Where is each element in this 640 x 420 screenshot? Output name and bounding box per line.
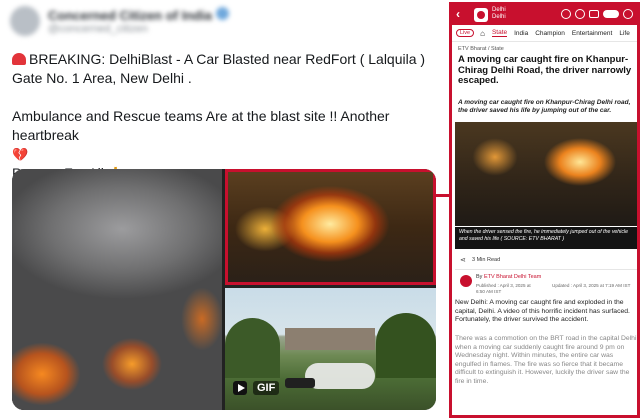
published-date: Published : April 3, 2025 at 6:50 AM IST <box>476 283 531 294</box>
dark-mode-toggle[interactable] <box>603 10 619 18</box>
byline-author-link[interactable]: ETV Bharat Delhi Team <box>484 274 541 280</box>
comparison-screenshot: Concerned Citizen of India @concerned_ci… <box>0 0 640 420</box>
article-body-paragraph-2: There was a commotion on the BRT road in… <box>455 335 637 385</box>
etv-logo[interactable] <box>474 8 488 22</box>
live-badge[interactable]: Live <box>456 29 475 37</box>
updated-date: Updated : April 3, 2025 at 7:19 AM IST <box>552 283 631 288</box>
social-post: Concerned Citizen of India @concerned_ci… <box>0 0 445 420</box>
post-header-blurred: Concerned Citizen of India @concerned_ci… <box>10 4 229 38</box>
article-headline: A moving car caught fire on Khanpur-Chir… <box>458 54 632 86</box>
edition-label[interactable]: Delhi Delhi <box>492 7 506 21</box>
author-name[interactable]: Concerned Citizen of India <box>48 7 229 23</box>
highlight-connector <box>436 194 450 197</box>
post-line-2: Ambulance and Rescue teams Are at the bl… <box>12 108 390 143</box>
tab-life[interactable]: Life <box>619 30 629 37</box>
back-icon[interactable]: ‹ <box>456 7 460 21</box>
media-grid <box>12 169 436 410</box>
publisher-logo <box>460 275 472 287</box>
photo-caption: When the driver sensed the fire, he imme… <box>455 227 637 249</box>
broken-heart-icon: 💔 <box>12 147 29 162</box>
highlight-frame <box>225 169 436 285</box>
siren-icon <box>12 53 26 65</box>
avatar[interactable] <box>10 6 40 36</box>
gif-badge: GIF <box>253 381 280 395</box>
category-nav: Live ⌂ State India Champion Entertainmen… <box>452 25 637 41</box>
tab-entertainment[interactable]: Entertainment <box>572 30 612 37</box>
post-line-1: BREAKING: DelhiBlast - A Car Blasted nea… <box>12 51 426 86</box>
media-photo-blast-street[interactable] <box>12 169 222 410</box>
article-body-paragraph-1: New Delhi: A moving car caught fire and … <box>455 299 630 324</box>
breadcrumb[interactable]: ETV Bharat / State <box>458 46 504 52</box>
verified-badge-icon <box>215 7 229 20</box>
menu-icon[interactable] <box>623 9 633 19</box>
tab-india[interactable]: India <box>514 30 528 37</box>
app-topbar: ‹ Delhi Delhi <box>452 5 637 25</box>
tab-champion[interactable]: Champion <box>535 30 565 37</box>
article-photo-burning-car[interactable] <box>455 122 637 226</box>
byline: By ETV Bharat Delhi Team <box>476 274 542 280</box>
read-time: 3 Min Read <box>472 257 501 263</box>
share-icon[interactable]: ⋖ <box>460 256 466 264</box>
post-text: BREAKING: DelhiBlast - A Car Blasted nea… <box>12 50 440 183</box>
tab-state[interactable]: State <box>491 29 508 37</box>
play-icon[interactable] <box>233 381 247 395</box>
epaper-icon[interactable] <box>589 10 599 18</box>
article-subheadline: A moving car caught fire on Khanpur-Chir… <box>458 99 631 114</box>
search-icon[interactable] <box>561 9 571 19</box>
news-article-screenshot: ‹ Delhi Delhi Live ⌂ State India Champion… <box>449 2 640 418</box>
author-handle: @concerned_citizen <box>48 23 148 35</box>
home-icon[interactable]: ⌂ <box>480 29 485 38</box>
language-icon[interactable] <box>575 9 585 19</box>
